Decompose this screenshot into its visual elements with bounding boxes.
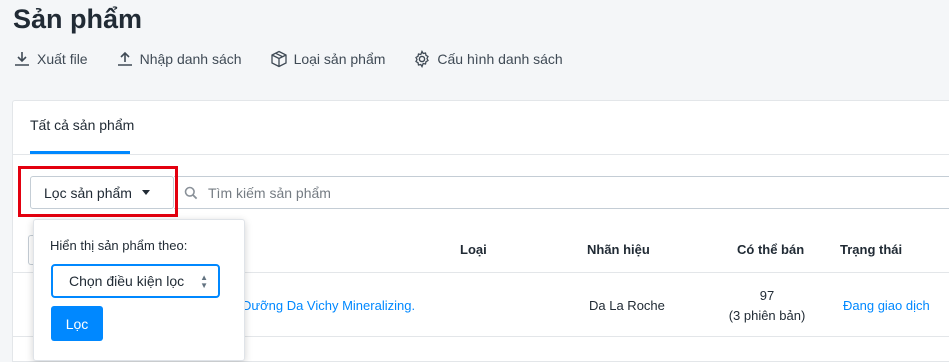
gear-icon [415, 50, 430, 68]
active-tab-indicator [30, 151, 130, 154]
product-brand-cell: Da La Roche [589, 298, 665, 313]
variant-count: (3 phiên bản) [728, 308, 806, 323]
select-arrows-icon: ▲ ▼ [200, 273, 208, 290]
filter-popover-label: Hiển thị sản phẩm theo: [50, 238, 188, 253]
search-icon [184, 186, 198, 199]
filter-products-button[interactable]: Lọc sản phẩm [30, 176, 174, 209]
status-link[interactable]: Đang giao dịch [843, 298, 930, 313]
export-file-label: Xuất file [37, 51, 88, 67]
export-file-button[interactable]: Xuất file [13, 50, 88, 68]
tab-bar: Tất cả sản phẩm [13, 101, 949, 155]
search-input[interactable] [206, 183, 810, 202]
page-title: Sản phẩm [13, 4, 143, 34]
filter-products-label: Lọc sản phẩm [44, 184, 132, 201]
header-brand[interactable]: Nhãn hiệu [587, 242, 650, 257]
product-type-label: Loại sản phẩm [293, 51, 386, 67]
header-available[interactable]: Có thể bán [737, 242, 804, 257]
product-name-link[interactable]: Dưỡng Da Vichy Mineralizing. [242, 298, 415, 313]
import-list-button[interactable]: Nhập danh sách [116, 50, 242, 68]
upload-icon [117, 51, 132, 66]
available-quantity: 97 [759, 288, 775, 303]
configure-list-label: Cấu hình danh sách [437, 51, 563, 67]
header-status[interactable]: Trạng thái [840, 242, 902, 257]
configure-list-button[interactable]: Cấu hình danh sách [413, 50, 563, 68]
filter-condition-select[interactable]: Chọn điều kiện lọc ▲ ▼ [51, 264, 220, 298]
header-type[interactable]: Loại [460, 242, 487, 257]
tab-all-products[interactable]: Tất cả sản phẩm [30, 117, 134, 133]
filter-condition-value: Chọn điều kiện lọc [69, 273, 185, 289]
product-type-button[interactable]: Loại sản phẩm [270, 50, 386, 68]
apply-filter-button[interactable]: Lọc [51, 306, 103, 341]
download-icon [15, 52, 29, 66]
search-box [174, 176, 949, 209]
caret-down-icon [141, 190, 150, 195]
box-icon [270, 50, 287, 68]
toolbar: Xuất file Nhập danh sách Loại sản phẩm C… [13, 50, 591, 68]
filter-popover: Hiển thị sản phẩm theo: Chọn điều kiện l… [33, 219, 245, 361]
import-list-label: Nhập danh sách [139, 51, 242, 67]
